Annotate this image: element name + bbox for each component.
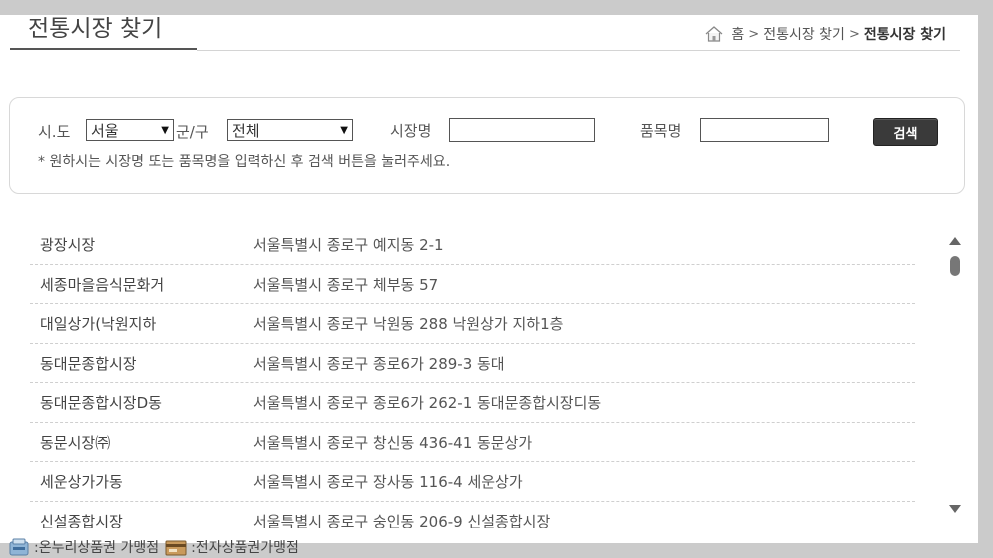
market-name-label: 시장명 — [390, 122, 432, 140]
breadcrumb-home[interactable]: 홈 — [731, 24, 744, 44]
legend-onnuri-label: :온누리상품권 가맹점 — [34, 540, 160, 556]
list-item[interactable]: 동문시장㈜ 서울특별시 종로구 창신동 436-41 동문상가 — [30, 423, 915, 462]
market-name-input[interactable] — [449, 118, 595, 142]
chevron-down-icon: ▼ — [161, 124, 169, 136]
legend: :온누리상품권 가맹점 :전자상품권가맹점 — [8, 537, 299, 557]
gungu-select[interactable]: 전체 ▼ — [227, 119, 353, 141]
breadcrumb: 홈 > 전통시장 찾기 > 전통시장 찾기 — [705, 24, 946, 44]
sido-select-value: 서울 — [91, 121, 119, 140]
market-address: 서울특별시 종로구 장사동 116-4 세운상가 — [253, 473, 523, 491]
item-name-input[interactable] — [700, 118, 829, 142]
sido-label: 시.도 — [38, 123, 71, 141]
list-item[interactable]: 동대문종합시장 서울특별시 종로구 종로6가 289-3 동대 — [30, 344, 915, 383]
scroll-thumb[interactable] — [950, 256, 960, 276]
market-address: 서울특별시 종로구 체부동 57 — [253, 275, 439, 294]
home-icon[interactable] — [705, 26, 723, 42]
list-item[interactable]: 광장시장 서울특별시 종로구 예지동 2-1 — [30, 225, 915, 265]
breadcrumb-separator: > — [748, 26, 760, 42]
market-address: 서울특별시 종로구 종로6가 289-3 동대 — [253, 354, 505, 373]
market-name[interactable]: 세종마을음식문화거 — [40, 274, 164, 295]
market-address: 서울특별시 종로구 창신동 436-41 동문상가 — [253, 433, 533, 452]
gungu-label: 군/구 — [176, 123, 209, 141]
market-name[interactable]: 광장시장 — [40, 234, 95, 255]
scroll-down-icon[interactable] — [949, 505, 961, 513]
search-hint: * 원하시는 시장명 또는 품목명을 입력하신 후 검색 버튼을 눌러주세요. — [38, 154, 451, 170]
list-item[interactable]: 대일상가(낙원지하 서울특별시 종로구 낙원동 288 낙원상가 지하1층 — [30, 304, 915, 344]
breadcrumb-level1[interactable]: 전통시장 찾기 — [763, 24, 845, 44]
market-address: 서울특별시 종로구 낙원동 288 낙원상가 지하1층 — [253, 315, 564, 333]
list-item[interactable]: 세운상가가동 서울특별시 종로구 장사동 116-4 세운상가 — [30, 462, 915, 502]
breadcrumb-separator: > — [848, 26, 860, 42]
market-address: 서울특별시 종로구 숭인동 206-9 신설종합시장 — [253, 512, 551, 529]
page: 전통시장 찾기 홈 > 전통시장 찾기 > 전통시장 찾기 시.도 서울 ▼ 군… — [0, 15, 978, 543]
market-name[interactable]: 동문시장㈜ — [40, 432, 110, 453]
market-name[interactable]: 동대문종합시장D동 — [40, 392, 162, 413]
market-address: 서울특별시 종로구 종로6가 262-1 동대문종합시장디동 — [253, 394, 602, 412]
breadcrumb-current: 전통시장 찾기 — [863, 27, 946, 43]
sido-select[interactable]: 서울 ▼ — [86, 119, 174, 141]
list-item[interactable]: 신설종합시장 서울특별시 종로구 숭인동 206-9 신설종합시장 — [30, 502, 915, 529]
gungu-select-value: 전체 — [232, 121, 260, 140]
item-name-label: 품목명 — [640, 122, 682, 140]
list-scrollbar[interactable] — [947, 233, 963, 515]
market-list: 광장시장 서울특별시 종로구 예지동 2-1 세종마을음식문화거 서울특별시 종… — [30, 225, 915, 528]
legend-electronic-label: :전자상품권가맹점 — [191, 540, 299, 556]
market-address: 서울특별시 종로구 예지동 2-1 — [253, 236, 444, 254]
market-name[interactable]: 동대문종합시장 — [40, 353, 137, 374]
list-item[interactable]: 세종마을음식문화거 서울특별시 종로구 체부동 57 — [30, 265, 915, 304]
list-item[interactable]: 동대문종합시장D동 서울특별시 종로구 종로6가 262-1 동대문종합시장디동 — [30, 383, 915, 423]
search-button[interactable]: 검색 — [873, 118, 938, 146]
scroll-up-icon[interactable] — [949, 237, 961, 245]
title-underline — [10, 48, 197, 50]
onnuri-card-icon — [9, 538, 29, 556]
search-panel: 시.도 서울 ▼ 군/구 전체 ▼ 시장명 품목명 검색 * 원하시는 시장명 … — [9, 97, 965, 194]
market-name[interactable]: 대일상가(낙원지하 — [40, 313, 156, 334]
market-name[interactable]: 세운상가가동 — [40, 471, 123, 492]
market-name[interactable]: 신설종합시장 — [40, 511, 123, 529]
electronic-card-icon — [165, 540, 187, 556]
header-divider — [197, 50, 960, 51]
page-title: 전통시장 찾기 — [28, 16, 163, 42]
chevron-down-icon: ▼ — [340, 124, 348, 136]
